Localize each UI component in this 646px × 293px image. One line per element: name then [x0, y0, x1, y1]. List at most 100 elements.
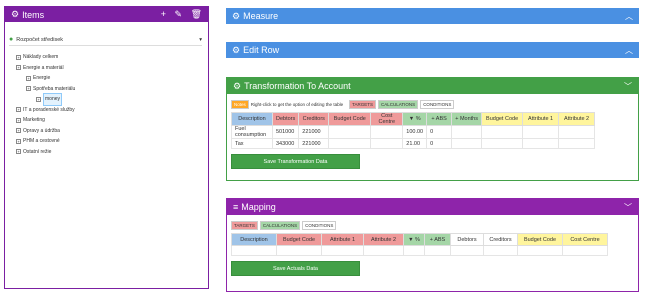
- calculations-tag[interactable]: CALCULATIONS: [378, 100, 419, 109]
- table-row[interactable]: [231, 245, 608, 256]
- expand-icon[interactable]: +: [26, 75, 31, 81]
- edit-icon[interactable]: ✎: [175, 9, 183, 19]
- table-row[interactable]: Tax 343000 221000 21.00 0: [231, 138, 596, 149]
- column-header[interactable]: + ABS: [426, 112, 453, 126]
- expand-icon[interactable]: +: [16, 107, 21, 113]
- chevron-up-icon[interactable]: ︿: [625, 11, 633, 22]
- tree-node[interactable]: + Energie a materiál: [16, 63, 75, 74]
- table-cell[interactable]: [483, 245, 518, 256]
- chevron-down-icon[interactable]: ﹀: [624, 81, 632, 92]
- column-header[interactable]: Debtors: [450, 233, 484, 246]
- expand-icon[interactable]: +: [16, 65, 21, 71]
- mapping-tags: TARGETS CALCULATIONS CONDITIONS: [231, 221, 638, 230]
- mapping-header[interactable]: ≡ Mapping ﹀: [227, 199, 638, 215]
- table-cell[interactable]: [403, 245, 425, 256]
- tree-node[interactable]: + PHM a cestovné: [16, 136, 75, 147]
- table-cell[interactable]: 221000: [298, 125, 330, 139]
- column-header[interactable]: Budget Code: [328, 112, 372, 126]
- tree-node[interactable]: + IT a poradenské služby: [16, 105, 75, 116]
- tree-node[interactable]: + Opravy a údržba: [16, 126, 75, 137]
- conditions-tag[interactable]: CONDITIONS: [420, 100, 455, 109]
- targets-tag[interactable]: TARGETS: [349, 100, 376, 109]
- tree-node[interactable]: + Ostatní režie: [16, 147, 75, 158]
- tree-node-label: Náklady celkem: [23, 54, 59, 60]
- table-cell[interactable]: 221000: [298, 138, 330, 149]
- table-row[interactable]: Fuel consumption 501000 221000 100.00 0: [231, 125, 596, 139]
- chevron-up-icon[interactable]: ︿: [625, 45, 633, 56]
- table-cell[interactable]: 0: [426, 138, 453, 149]
- table-cell[interactable]: [231, 245, 277, 256]
- table-cell[interactable]: [558, 125, 596, 139]
- table-cell[interactable]: [370, 138, 404, 149]
- column-header[interactable]: ▼ %: [402, 112, 428, 126]
- column-header[interactable]: Budget Code: [276, 233, 322, 246]
- tree-node[interactable]: + Energie: [16, 73, 75, 84]
- table-cell[interactable]: [562, 245, 608, 256]
- column-header[interactable]: Attribute 1: [321, 233, 364, 246]
- table-cell[interactable]: [328, 125, 372, 139]
- tree-node-label: Opravy a údržba: [23, 127, 60, 134]
- column-header[interactable]: Budget Code: [517, 233, 563, 246]
- edit-row-header[interactable]: ⚙ Edit Row ︿: [226, 42, 639, 58]
- table-cell[interactable]: 100.00: [402, 125, 428, 139]
- add-icon[interactable]: +: [161, 9, 166, 19]
- table-cell[interactable]: [481, 125, 524, 139]
- table-cell[interactable]: [424, 245, 451, 256]
- table-cell[interactable]: [481, 138, 524, 149]
- table-cell[interactable]: [450, 245, 484, 256]
- mapping-table: Description Budget Code Attribute 1 Attribu…: [231, 233, 608, 256]
- table-cell[interactable]: 21.00: [402, 138, 428, 149]
- expand-icon[interactable]: +: [16, 117, 21, 123]
- table-cell[interactable]: [370, 125, 404, 139]
- column-header[interactable]: Attribute 2: [363, 233, 404, 246]
- expand-icon[interactable]: +: [36, 96, 41, 102]
- tree-node[interactable]: + Marketing: [16, 115, 75, 126]
- table-cell[interactable]: [451, 138, 483, 149]
- table-cell[interactable]: [517, 245, 563, 256]
- trash-icon[interactable]: 🗑: [191, 9, 202, 19]
- column-header[interactable]: Creditors: [298, 112, 330, 126]
- transform-panel: ⚙ Transformation To Account ﹀ Notes Righ…: [226, 77, 639, 181]
- table-cell[interactable]: [558, 138, 596, 149]
- save-transformation-button[interactable]: Save Transformation Data: [231, 154, 360, 169]
- table-cell[interactable]: Tax: [231, 138, 273, 149]
- measure-header[interactable]: ⚙ Measure ︿: [226, 8, 639, 24]
- table-cell[interactable]: 343000: [271, 138, 300, 149]
- table-cell[interactable]: [363, 245, 404, 256]
- table-cell[interactable]: 0: [426, 125, 453, 139]
- column-header[interactable]: Creditors: [483, 233, 518, 246]
- transform-header[interactable]: ⚙ Transformation To Account ﹀: [227, 78, 638, 94]
- column-header[interactable]: Description: [231, 233, 277, 246]
- targets-tag[interactable]: TARGETS: [231, 221, 258, 230]
- calculations-tag[interactable]: CALCULATIONS: [259, 221, 301, 230]
- table-cell[interactable]: Fuel consumption: [231, 125, 273, 139]
- column-header[interactable]: ▼ %: [403, 233, 425, 246]
- table-cell[interactable]: [522, 138, 560, 149]
- tree-node[interactable]: + Náklady celkem: [16, 52, 75, 63]
- column-header[interactable]: Attribute 2: [558, 112, 596, 126]
- expand-icon[interactable]: +: [16, 149, 21, 155]
- save-actuals-button[interactable]: Save Actuals Data: [231, 261, 360, 276]
- column-header[interactable]: Cost Centre: [370, 112, 404, 126]
- column-header[interactable]: Cost Centre: [562, 233, 608, 246]
- expand-icon[interactable]: +: [16, 138, 21, 144]
- budget-select[interactable]: ● Rozpočet středisek ▾: [9, 34, 202, 46]
- expand-icon[interactable]: +: [26, 86, 31, 92]
- table-cell[interactable]: [522, 125, 560, 139]
- table-cell[interactable]: [321, 245, 364, 256]
- column-header[interactable]: Budget Code: [481, 112, 524, 126]
- conditions-tag[interactable]: CONDITIONS: [302, 221, 337, 230]
- column-header[interactable]: Attribute 1: [522, 112, 560, 126]
- chevron-down-icon[interactable]: ﹀: [624, 202, 632, 213]
- table-cell[interactable]: [451, 125, 483, 139]
- column-header[interactable]: + Months: [451, 112, 483, 126]
- column-header[interactable]: Description: [231, 112, 273, 126]
- expand-icon[interactable]: +: [16, 128, 21, 134]
- column-header[interactable]: + ABS: [424, 233, 451, 246]
- expand-icon[interactable]: +: [16, 54, 21, 60]
- table-cell[interactable]: 501000: [271, 125, 300, 139]
- table-cell[interactable]: [276, 245, 322, 256]
- column-header[interactable]: Debtors: [271, 112, 300, 126]
- table-cell[interactable]: [328, 138, 372, 149]
- tree-node[interactable]: + money: [16, 93, 75, 106]
